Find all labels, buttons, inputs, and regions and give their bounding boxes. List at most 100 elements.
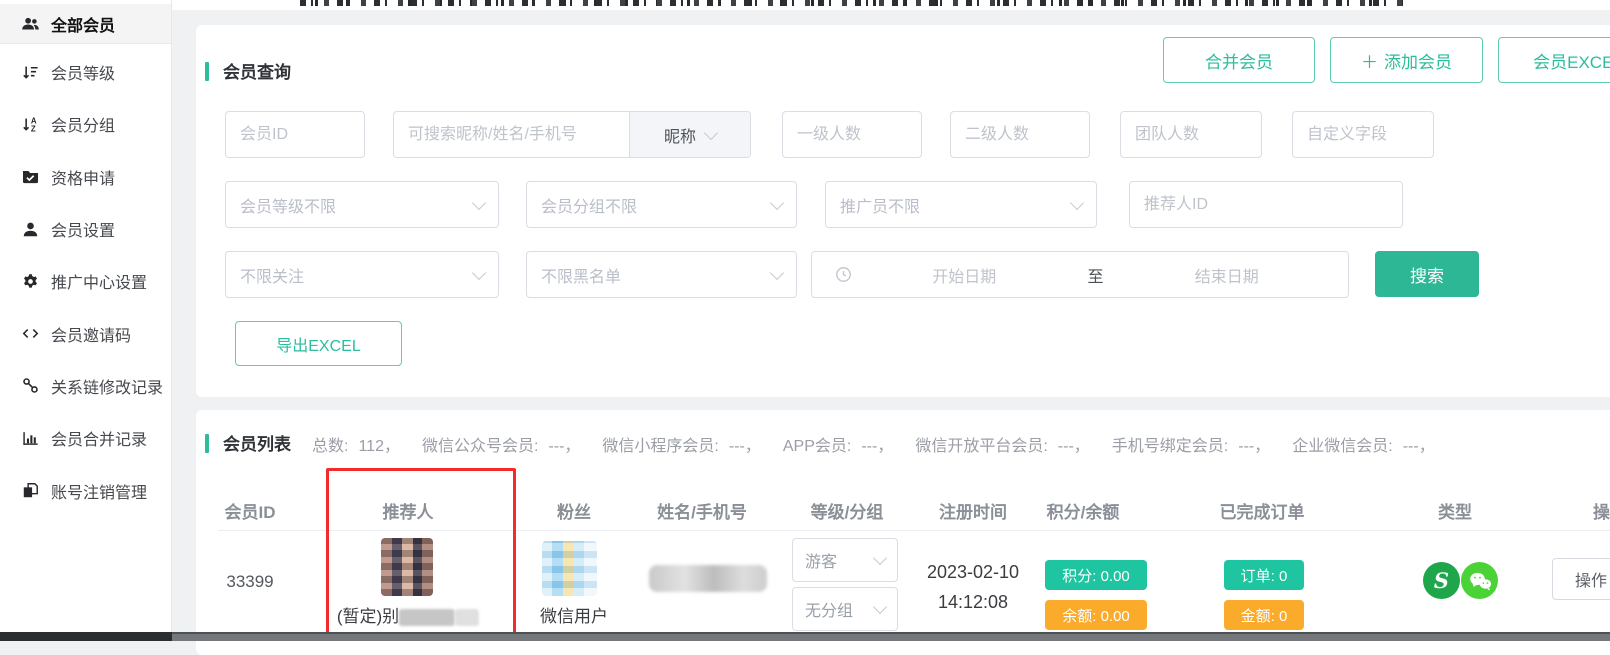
- col-header-points-balance: 积分/余额: [1047, 498, 1120, 523]
- copy-file-icon: [21, 481, 40, 500]
- sidebar-item-label: 资格申请: [51, 165, 115, 189]
- start-date-placeholder[interactable]: 开始日期: [853, 263, 1076, 287]
- fans-avatar: [542, 541, 597, 596]
- stat-label: 微信开放平台会员:: [915, 432, 1047, 456]
- fans-name: 微信用户: [540, 602, 608, 627]
- date-range-separator: 至: [1076, 263, 1116, 287]
- sidebar-item-promotion-settings[interactable]: 推广中心设置: [0, 255, 171, 307]
- col-header-type: 类型: [1438, 498, 1472, 523]
- member-level-select[interactable]: 会员等级不限: [225, 181, 499, 228]
- sidebar-item-member-settings[interactable]: 会员设置: [0, 203, 171, 255]
- code-icon: [21, 324, 40, 343]
- col-header-level-group: 等级/分组: [811, 498, 884, 523]
- end-date-placeholder[interactable]: 结束日期: [1116, 263, 1339, 287]
- sort-groups-icon: AZ: [21, 115, 40, 134]
- sidebar-item-account-cancellation[interactable]: 账号注销管理: [0, 464, 171, 516]
- sidebar-item-all-members[interactable]: 全部会员: [0, 4, 171, 44]
- group-select[interactable]: 无分组: [792, 587, 898, 631]
- gear-icon: [21, 272, 40, 291]
- follow-filter-select[interactable]: 不限关注: [225, 251, 499, 298]
- qualification-icon: [21, 167, 40, 186]
- chevron-down-icon: [704, 125, 718, 139]
- col-header-fans: 粉丝: [557, 498, 591, 523]
- link-icon: [21, 376, 40, 395]
- keyword-type-select[interactable]: 昵称: [629, 112, 750, 157]
- svg-text:Z: Z: [31, 125, 36, 134]
- sidebar-item-label: 关系链修改记录: [51, 374, 163, 398]
- export-excel-button[interactable]: 导出EXCEL: [235, 321, 402, 366]
- member-id-input[interactable]: [225, 111, 365, 158]
- query-panel-title: 会员查询: [223, 58, 291, 83]
- sidebar-item-relation-chain-log[interactable]: 关系链修改记录: [0, 360, 171, 412]
- sidebar-item-member-levels[interactable]: 会员等级: [0, 46, 171, 98]
- stat-value: ---，: [861, 432, 893, 456]
- stat-value: 112，: [358, 432, 400, 456]
- bottom-window-edge: [0, 632, 1610, 641]
- orders-badge: 订单: 0: [1224, 560, 1304, 590]
- referrer-id-input[interactable]: [1129, 181, 1403, 228]
- team-count-input[interactable]: [1120, 111, 1262, 158]
- stat-value: ---，: [1058, 432, 1090, 456]
- blacklist-filter-select[interactable]: 不限黑名单: [526, 251, 797, 298]
- wechat-miniprogram-icon: S: [1423, 562, 1460, 599]
- date-range-picker[interactable]: 开始日期 至 结束日期: [811, 251, 1349, 298]
- redacted-text: [455, 609, 479, 626]
- name-phone-redacted: [649, 565, 767, 592]
- col-header-actions: 操作: [1593, 498, 1610, 523]
- list-panel-title: 会员列表: [223, 430, 291, 455]
- member-query-panel: 会员查询 合并会员 ＋ 添加会员 会员EXCEL 昵称 会员等级不限 会员分组不…: [196, 25, 1610, 397]
- col-header-name-phone: 姓名/手机号: [657, 498, 747, 523]
- member-list-panel: 会员列表 总数:112， 微信公众号会员:---， 微信小程序会员:---， A…: [196, 410, 1610, 655]
- table-header-divider: [218, 530, 1610, 531]
- chevron-down-icon: [770, 265, 784, 279]
- sidebar-item-member-groups[interactable]: AZ 会员分组: [0, 98, 171, 150]
- sidebar-item-label: 全部会员: [51, 12, 115, 36]
- stat-value: ---，: [548, 432, 580, 456]
- row-action-button[interactable]: 操作: [1552, 558, 1610, 600]
- custom-field-input[interactable]: [1292, 111, 1434, 158]
- chevron-down-icon: [873, 600, 887, 614]
- col-header-completed-orders: 已完成订单: [1220, 498, 1305, 523]
- sidebar-item-qualification[interactable]: 资格申请: [0, 151, 171, 203]
- promoter-select[interactable]: 推广员不限: [825, 181, 1097, 228]
- col-header-reg-time: 注册时间: [939, 498, 1007, 523]
- merge-members-button[interactable]: 合并会员: [1163, 37, 1315, 83]
- chevron-down-icon: [1070, 195, 1084, 209]
- member-excel-button[interactable]: 会员EXCEL: [1498, 37, 1610, 83]
- sidebar-item-label: 会员合并记录: [51, 426, 147, 450]
- bottom-window-edge-dark: [0, 632, 172, 641]
- level1-count-input[interactable]: [782, 111, 922, 158]
- add-member-button[interactable]: ＋ 添加会员: [1330, 37, 1483, 83]
- chevron-down-icon: [873, 551, 887, 565]
- balance-badge: 余额: 0.00: [1045, 600, 1147, 630]
- stat-value: ---，: [1238, 432, 1270, 456]
- stat-value: ---，: [729, 432, 761, 456]
- sidebar-item-merge-log[interactable]: 会员合并记录: [0, 412, 171, 464]
- clock-icon: [834, 265, 853, 284]
- sidebar-item-label: 会员等级: [51, 60, 115, 84]
- registration-date: 2023-02-10: [927, 562, 1019, 583]
- search-button[interactable]: 搜索: [1375, 251, 1479, 297]
- sidebar-nav: 会员等级 AZ 会员分组 资格申请 会员设置 推广中心设置: [0, 46, 171, 517]
- redacted-text: [399, 609, 455, 626]
- member-group-select[interactable]: 会员分组不限: [526, 181, 797, 228]
- referrer-avatar: [381, 538, 433, 596]
- member-id-cell: 33399: [226, 572, 273, 592]
- top-clipped-text-remnant: [300, 0, 1408, 6]
- sidebar-item-label: 推广中心设置: [51, 269, 147, 293]
- title-accent-bar: [205, 62, 209, 81]
- users-icon: [21, 14, 40, 33]
- user-icon: [21, 220, 40, 239]
- referrer-name: (暂定)别: [337, 602, 479, 627]
- col-header-referrer: 推荐人: [383, 498, 434, 523]
- chevron-down-icon: [770, 195, 784, 209]
- sidebar-item-invite-code[interactable]: 会员邀请码: [0, 307, 171, 359]
- chevron-down-icon: [472, 265, 486, 279]
- level2-count-input[interactable]: [950, 111, 1090, 158]
- sidebar-item-label: 账号注销管理: [51, 479, 147, 503]
- keyword-input[interactable]: [394, 112, 629, 157]
- sidebar-item-label: 会员邀请码: [51, 322, 131, 346]
- registration-time: 14:12:08: [938, 592, 1008, 613]
- stat-label: 微信小程序会员:: [602, 432, 718, 456]
- level-select[interactable]: 游客: [792, 538, 898, 582]
